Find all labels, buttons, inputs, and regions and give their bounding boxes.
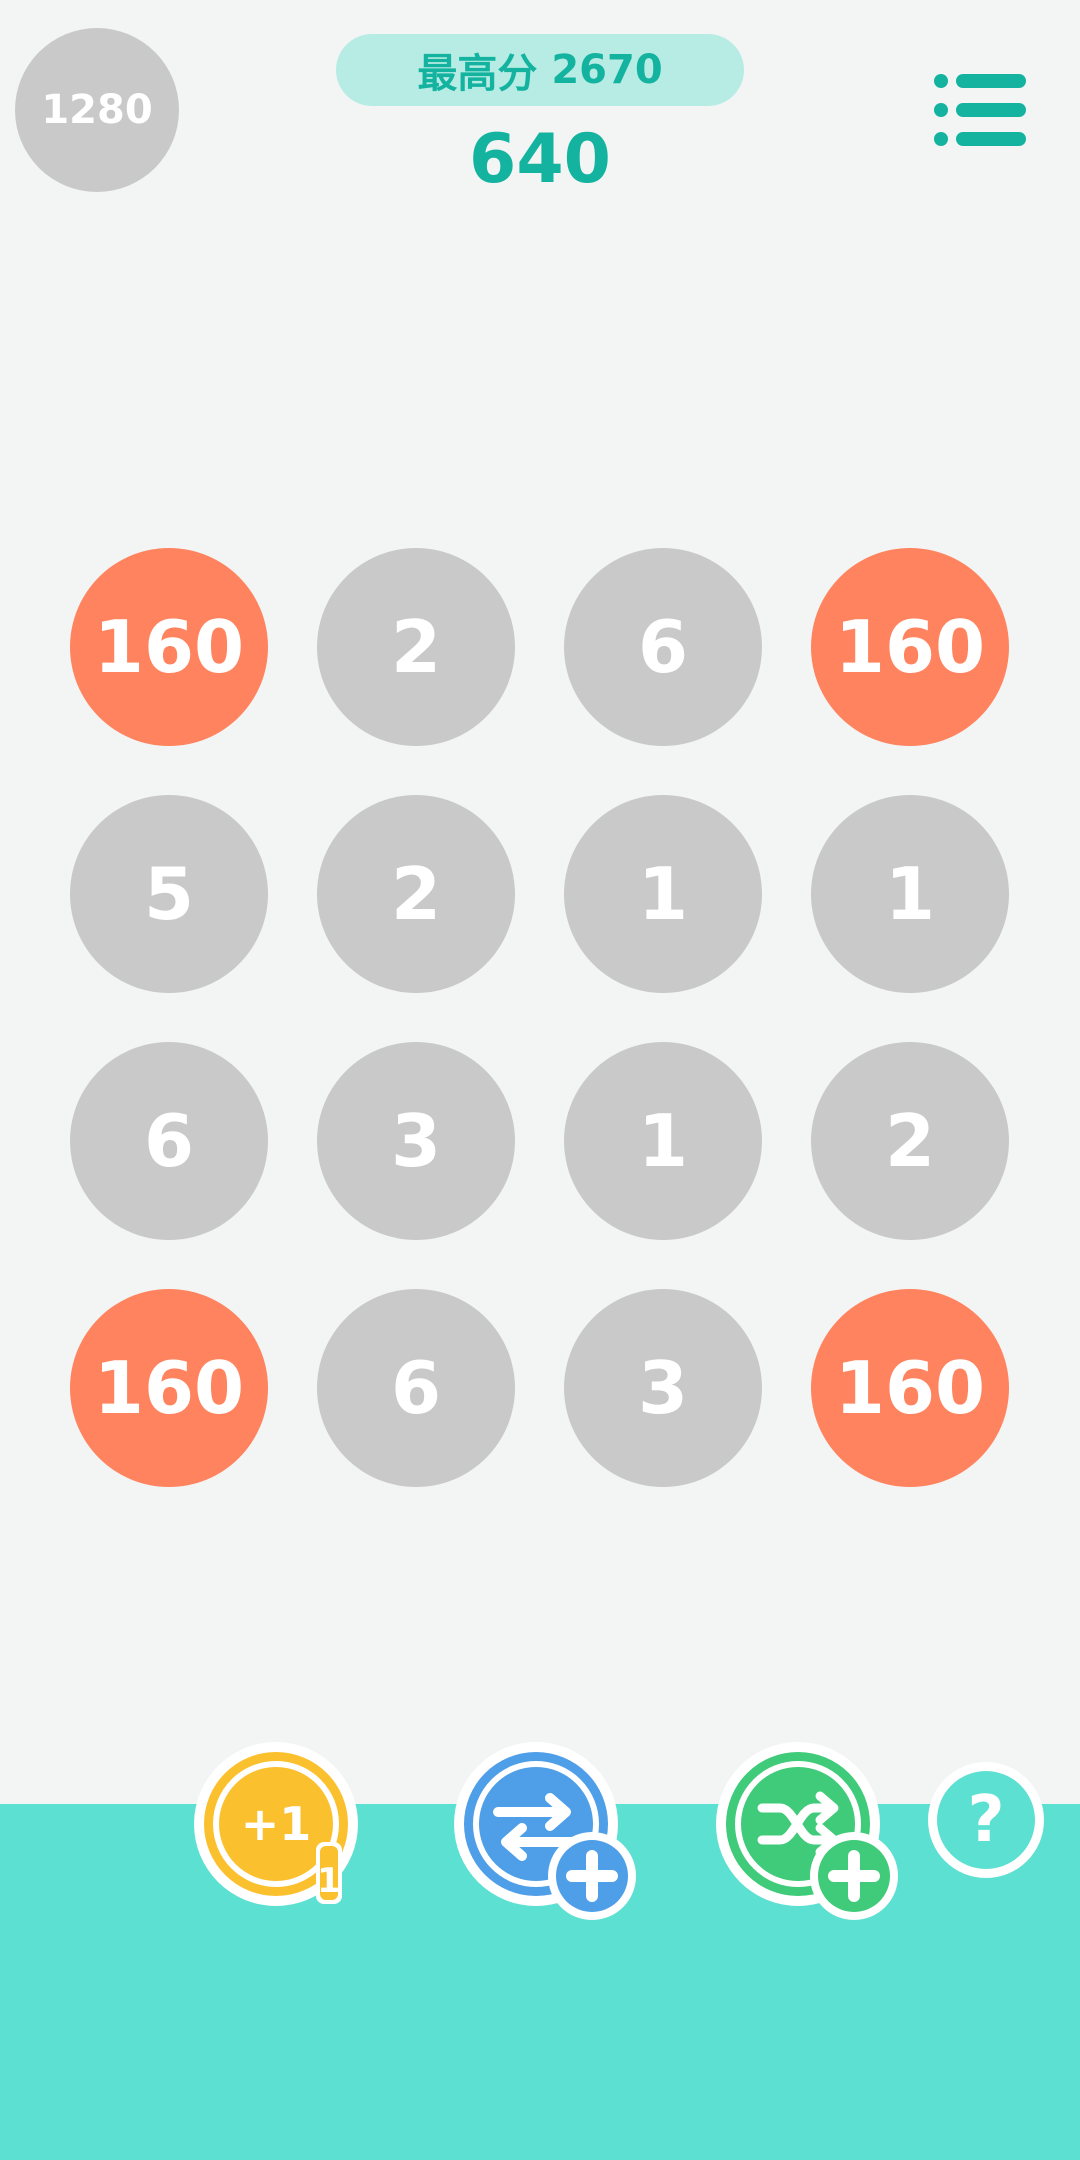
list-menu-icon [934, 74, 1026, 146]
tile[interactable]: 6 [70, 1042, 268, 1240]
goal-bubble: 1280 [15, 28, 179, 192]
tile[interactable]: 6 [564, 548, 762, 746]
shuffle-icon [716, 1742, 898, 1920]
tile-value: 3 [637, 1346, 689, 1430]
tile[interactable]: 160 [811, 1289, 1009, 1487]
help-label: ? [967, 1783, 1005, 1857]
tile-value: 1 [637, 1099, 689, 1183]
current-score: 640 [469, 119, 611, 199]
menu-button[interactable] [930, 70, 1030, 150]
best-score-value: 2670 [551, 47, 663, 93]
tile-value: 2 [884, 1099, 936, 1183]
tile[interactable]: 2 [317, 795, 515, 993]
tile-value: 3 [390, 1099, 442, 1183]
plus-icon [548, 1832, 636, 1920]
tile-value: 6 [637, 605, 689, 689]
tile[interactable]: 2 [317, 548, 515, 746]
tile[interactable]: 1 [564, 795, 762, 993]
swap-tool-button[interactable] [452, 1742, 642, 1926]
game-screen: 1280 最高分 2670 640 160 2 6 160 5 2 1 1 6 3 1 2 160 6 3 1… [0, 0, 1080, 2160]
tile[interactable]: 1 [811, 795, 1009, 993]
game-board: 160 2 6 160 5 2 1 1 6 3 1 2 160 6 3 160 [70, 548, 1010, 1488]
goal-value: 1280 [41, 87, 153, 133]
tile-value: 6 [390, 1346, 442, 1430]
tile[interactable]: 3 [317, 1042, 515, 1240]
plus-icon [810, 1832, 898, 1920]
best-score-pill: 最高分 2670 [336, 34, 744, 106]
shuffle-tool-button[interactable] [714, 1742, 904, 1926]
plus-one-count: 1 [317, 1861, 341, 1901]
help-button[interactable]: ? [928, 1762, 1044, 1878]
tile-value: 6 [143, 1099, 195, 1183]
plus-one-label: +1 [241, 1797, 312, 1851]
question-mark-icon: ? [937, 1771, 1035, 1869]
tile[interactable]: 160 [70, 1289, 268, 1487]
tile[interactable]: 5 [70, 795, 268, 993]
tile[interactable]: 2 [811, 1042, 1009, 1240]
tile-value: 160 [93, 605, 245, 689]
swap-arrows-icon [454, 1742, 636, 1920]
tile-value: 2 [390, 852, 442, 936]
plus-one-tool-button[interactable]: +1 1 [192, 1742, 364, 1914]
tile-value: 160 [834, 605, 986, 689]
plus-one-icon: +1 1 [194, 1742, 358, 1906]
tile-value: 1 [884, 852, 936, 936]
tile[interactable]: 160 [70, 548, 268, 746]
tile[interactable]: 3 [564, 1289, 762, 1487]
tile-value: 2 [390, 605, 442, 689]
best-score-label: 最高分 [417, 51, 538, 97]
tile-value: 5 [143, 852, 195, 936]
tile-value: 160 [93, 1346, 245, 1430]
tile[interactable]: 6 [317, 1289, 515, 1487]
tile[interactable]: 1 [564, 1042, 762, 1240]
tile-value: 1 [637, 852, 689, 936]
tile[interactable]: 160 [811, 548, 1009, 746]
tile-value: 160 [834, 1346, 986, 1430]
